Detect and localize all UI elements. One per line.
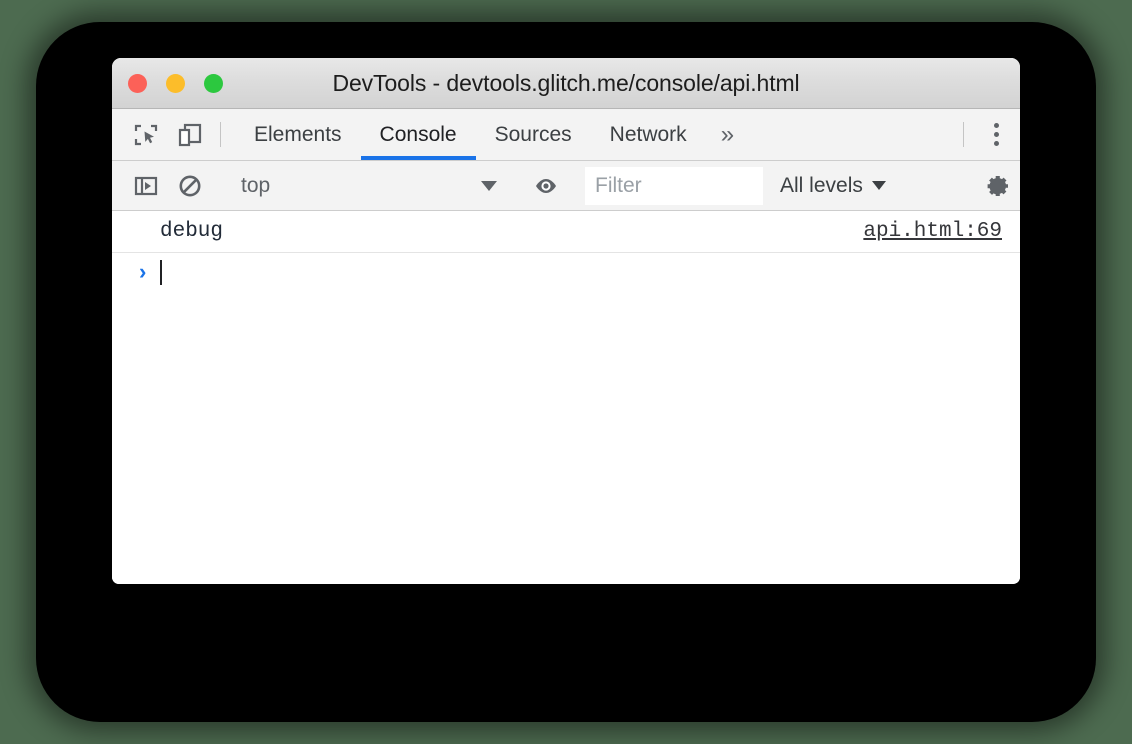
console-message-source-link[interactable]: api.html:69 [863,220,1002,243]
tab-network-label: Network [609,122,687,146]
zoom-window-button[interactable] [204,73,223,93]
chevron-down-icon [481,180,497,191]
more-options-icon-dot3 [993,141,999,146]
toolbar-divider [220,122,221,147]
devtools-tabbar: Elements Console Sources Network » [112,109,1020,161]
tab-elements-label: Elements [254,122,342,146]
toggle-device-toolbar-button[interactable] [168,109,212,160]
console-toolbar: top All levels [112,161,1020,211]
log-level-label: All levels [780,173,863,197]
more-options-button[interactable] [972,109,1020,160]
console-sidebar-toggle-button[interactable] [124,173,168,199]
tab-sources-label: Sources [494,122,572,146]
chevron-down-icon-levels [871,181,886,190]
log-level-selector[interactable]: All levels [780,174,886,198]
more-options-icon-dot2 [993,132,999,137]
console-message-list: debug api.html:69 › [112,211,1020,584]
console-prompt-chevron-icon: › [139,259,147,284]
minimize-window-button[interactable] [166,73,185,93]
toolbar-divider-right [963,122,964,147]
show-console-sidebar-icon [133,173,159,199]
tab-network[interactable]: Network [591,109,706,160]
more-tabs-button[interactable]: » [706,109,749,160]
live-expression-eye-icon [532,172,560,200]
console-prompt-row[interactable]: › [112,253,1020,291]
devtools-window: DevTools - devtools.glitch.me/console/ap… [112,58,1020,584]
console-text-caret [160,259,163,285]
tab-console[interactable]: Console [360,109,476,160]
more-options-icon [993,123,999,128]
window-controls [128,58,223,108]
close-window-button[interactable] [128,73,147,93]
tab-sources[interactable]: Sources [476,109,591,160]
inspect-element-icon [133,122,159,148]
execution-context-selector[interactable]: top [229,169,507,203]
execution-context-label: top [241,173,271,197]
inspect-element-button[interactable] [124,109,168,160]
window-title: DevTools - devtools.glitch.me/console/ap… [332,69,800,96]
tab-console-label: Console [379,122,457,146]
console-settings-button[interactable] [976,172,1020,200]
tabbar-spacer [749,109,955,160]
more-tabs-chevron-icon: » [720,120,735,148]
window-titlebar: DevTools - devtools.glitch.me/console/ap… [112,58,1020,109]
device-toolbar-icon [177,122,203,148]
create-live-expression-button[interactable] [524,172,568,200]
console-message-text: debug [160,220,224,243]
tab-elements[interactable]: Elements [235,109,361,160]
clear-console-icon [177,173,203,199]
settings-gear-icon [984,172,1012,200]
panel-tabs: Elements Console Sources Network » [235,109,749,160]
clear-console-button[interactable] [168,173,212,199]
filter-input[interactable] [585,166,763,205]
console-message-row[interactable]: debug api.html:69 [112,211,1020,253]
